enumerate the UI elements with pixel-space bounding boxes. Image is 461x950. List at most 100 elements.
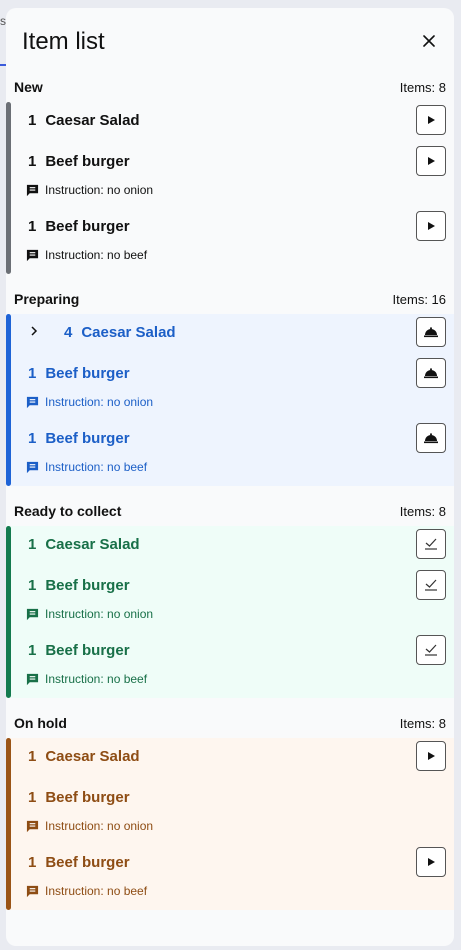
serve-button[interactable] <box>416 358 446 388</box>
section-body: 1 Caesar Salad 1 Beef burger Instruction… <box>6 738 454 910</box>
item-quantity: 1 <box>28 111 37 129</box>
list-item[interactable]: 1 Beef burger Instruction: no onion <box>6 567 454 625</box>
list-item[interactable]: 4 Caesar Salad <box>6 314 454 350</box>
item-name: Beef burger <box>45 641 130 659</box>
item-instruction: Instruction: no beef <box>6 456 454 478</box>
serve-button[interactable] <box>416 423 446 453</box>
panel-title: Item list <box>22 28 105 55</box>
panel-header: Item list <box>6 8 454 74</box>
item-quantity: 1 <box>28 788 37 806</box>
chevron-right-icon <box>31 325 38 336</box>
item-quantity: 1 <box>28 364 37 382</box>
list-item[interactable]: 1 Caesar Salad <box>6 738 454 774</box>
section-on-hold: On hold Items: 8 1 Caesar Salad 1 Beef b… <box>6 710 454 910</box>
comment-icon <box>26 885 39 897</box>
section-count: Items: 16 <box>392 291 446 307</box>
item-quantity: 4 <box>64 323 73 341</box>
item-quantity: 1 <box>28 853 37 871</box>
item-quantity: 1 <box>28 576 37 594</box>
section-count: Items: 8 <box>399 79 446 95</box>
item-name: Caesar Salad <box>45 747 140 765</box>
section-header: Ready to collect Items: 8 <box>6 498 454 524</box>
item-instruction: Instruction: no onion <box>6 179 454 201</box>
start-button[interactable] <box>416 211 446 241</box>
item-name: Beef burger <box>45 364 130 382</box>
close-icon <box>423 35 435 47</box>
item-quantity: 1 <box>28 152 37 170</box>
instruction-text: Instruction: no onion <box>45 607 154 621</box>
item-instruction: Instruction: no onion <box>6 603 454 625</box>
item-instruction: Instruction: no beef <box>6 244 454 266</box>
serve-button[interactable] <box>416 317 446 347</box>
item-name: Beef burger <box>45 576 130 594</box>
section-preparing: Preparing Items: 16 4 Caesar Salad 1 Bee… <box>6 286 454 486</box>
item-instruction: Instruction: no beef <box>6 880 454 902</box>
section-header: Preparing Items: 16 <box>6 286 454 312</box>
list-item[interactable]: 1 Beef burger Instruction: no onion <box>6 779 454 837</box>
list-item[interactable]: 1 Beef burger Instruction: no onion <box>6 143 454 201</box>
instruction-text: Instruction: no onion <box>45 395 154 409</box>
section-title: Preparing <box>14 291 80 307</box>
section-body: 4 Caesar Salad 1 Beef burger Instruction… <box>6 314 454 486</box>
comment-icon <box>26 820 39 832</box>
section-count: Items: 8 <box>399 503 446 519</box>
start-button[interactable] <box>416 847 446 877</box>
comment-icon <box>26 396 39 408</box>
cloche-icon <box>424 368 438 379</box>
item-list-panel: Item list New Items: 8 1 Caesar Salad 1 … <box>6 8 454 946</box>
check-icon <box>425 579 437 591</box>
item-instruction: Instruction: no onion <box>6 391 454 413</box>
item-quantity: 1 <box>28 535 37 553</box>
start-button[interactable] <box>416 105 446 135</box>
close-button[interactable] <box>420 32 438 50</box>
check-icon <box>425 538 437 550</box>
collect-button[interactable] <box>416 570 446 600</box>
list-item[interactable]: 1 Caesar Salad <box>6 526 454 562</box>
list-item[interactable]: 1 Beef burger Instruction: no beef <box>6 208 454 266</box>
play-icon <box>428 116 435 124</box>
item-name: Beef burger <box>45 788 130 806</box>
expand-button[interactable] <box>30 324 44 341</box>
list-item[interactable]: 1 Beef burger Instruction: no onion <box>6 355 454 413</box>
list-item[interactable]: 1 Beef burger Instruction: no beef <box>6 844 454 902</box>
play-icon <box>428 157 435 165</box>
item-name: Caesar Salad <box>45 111 140 129</box>
cloche-icon <box>424 327 438 338</box>
item-quantity: 1 <box>28 429 37 447</box>
collect-button[interactable] <box>416 529 446 559</box>
play-icon <box>428 222 435 230</box>
item-quantity: 1 <box>28 641 37 659</box>
instruction-text: Instruction: no onion <box>45 183 154 197</box>
list-item[interactable]: 1 Caesar Salad <box>6 102 454 138</box>
comment-icon <box>26 249 39 261</box>
item-instruction: Instruction: no beef <box>6 668 454 690</box>
section-header: On hold Items: 8 <box>6 710 454 736</box>
section-body: 1 Caesar Salad 1 Beef burger Instruction… <box>6 526 454 698</box>
start-button[interactable] <box>416 146 446 176</box>
item-quantity: 1 <box>28 747 37 765</box>
start-button[interactable] <box>416 741 446 771</box>
instruction-text: Instruction: no beef <box>45 672 148 686</box>
comment-icon <box>26 184 39 196</box>
comment-icon <box>26 608 39 620</box>
cloche-icon <box>424 433 438 444</box>
item-quantity: 1 <box>28 217 37 235</box>
item-instruction: Instruction: no onion <box>6 815 454 837</box>
item-name: Caesar Salad <box>45 535 140 553</box>
section-header: New Items: 8 <box>6 74 454 100</box>
section-new: New Items: 8 1 Caesar Salad 1 Beef burge… <box>6 74 454 274</box>
collect-button[interactable] <box>416 635 446 665</box>
play-icon <box>428 752 435 760</box>
item-name: Beef burger <box>45 429 130 447</box>
instruction-text: Instruction: no onion <box>45 819 154 833</box>
list-item[interactable]: 1 Beef burger Instruction: no beef <box>6 420 454 478</box>
list-item[interactable]: 1 Beef burger Instruction: no beef <box>6 632 454 690</box>
section-title: New <box>14 79 43 95</box>
section-count: Items: 8 <box>399 715 446 731</box>
instruction-text: Instruction: no beef <box>45 460 148 474</box>
section-body: 1 Caesar Salad 1 Beef burger Instruction… <box>6 102 454 274</box>
item-name: Caesar Salad <box>81 323 176 341</box>
play-icon <box>428 858 435 866</box>
section-title: Ready to collect <box>14 503 122 519</box>
item-name: Beef burger <box>45 853 130 871</box>
